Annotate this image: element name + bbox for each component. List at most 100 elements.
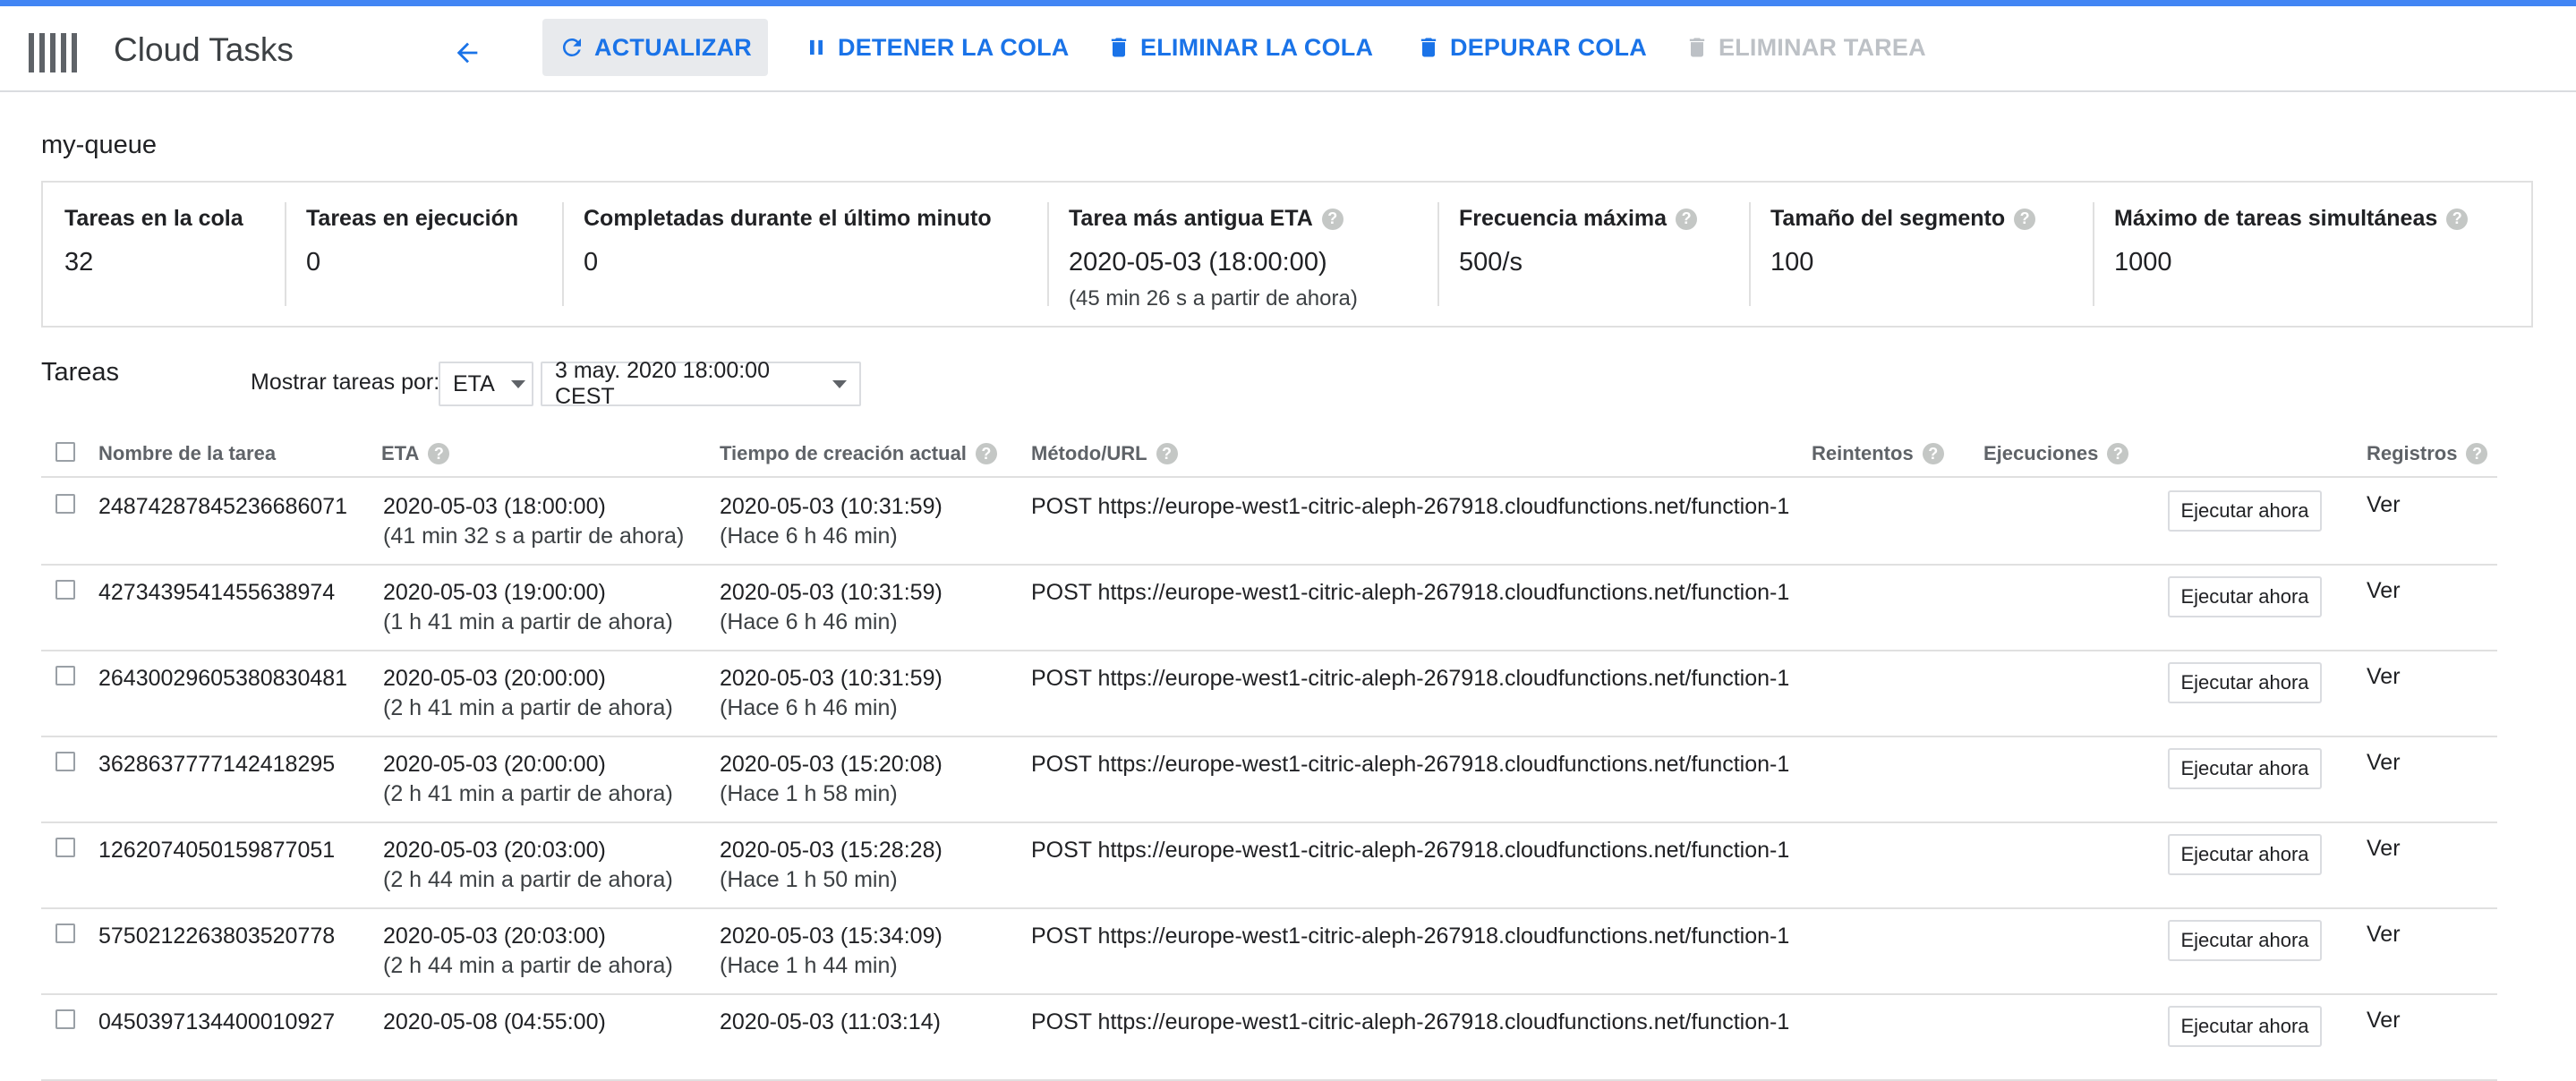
delete-queue-button[interactable]: ELIMINAR LA COLA [1090,19,1389,76]
task-eta-date: 2020-05-03 (20:00:00) [383,666,606,691]
view-logs-link[interactable]: Ver [2367,750,2401,776]
task-eta-relative: (41 min 32 s a partir de ahora) [383,523,685,549]
app-title: Cloud Tasks [114,31,294,68]
queue-name: my-queue [41,131,157,159]
row-checkbox[interactable] [55,924,75,943]
view-logs-link[interactable]: Ver [2367,664,2401,690]
caret-down-icon [832,379,847,388]
filter-value-select[interactable]: 3 may. 2020 18:00:00 CEST [541,358,861,409]
delete-queue-label: ELIMINAR LA COLA [1140,33,1374,61]
stat-completed-last-minute: Completadas durante el último minuto 0 [562,183,992,329]
task-created-relative: (Hace 6 h 46 min) [720,609,898,634]
column-header-executions: Ejecuciones? [1983,442,2129,465]
help-icon[interactable]: ? [1922,443,1944,464]
table-row: 1262074050159877051 2020-05-03 (20:03:00)… [41,823,2497,909]
refresh-button[interactable]: ACTUALIZAR [542,19,768,76]
top-accent-bar [0,0,2576,6]
task-name[interactable]: 0450397134400010927 [98,1008,335,1037]
task-created: 2020-05-03 (10:31:59) (Hace 6 h 46 min) [720,492,943,551]
column-header-name: Nombre de la tarea [98,442,277,464]
task-method-url: POST https://europe-west1-citric-aleph-2… [1031,494,1790,519]
row-checkbox[interactable] [55,752,75,771]
stat-label: Tareas en ejecución [306,206,519,231]
pause-queue-label: DETENER LA COLA [838,33,1070,61]
table-row: 3628637777142418295 2020-05-03 (20:00:00)… [41,737,2497,823]
task-eta-relative: (2 h 44 min a partir de ahora) [383,953,673,978]
pause-icon [810,39,823,55]
task-eta-relative: (1 h 41 min a partir de ahora) [383,609,673,634]
purge-queue-label: DEPURAR COLA [1450,33,1647,61]
purge-queue-button[interactable]: DEPURAR COLA [1400,19,1663,76]
view-logs-link[interactable]: Ver [2367,578,2401,604]
column-header-method-url: Método/URL? [1031,442,1178,465]
view-logs-link[interactable]: Ver [2367,922,2401,948]
task-name[interactable]: 26430029605380830481 [98,664,347,694]
task-created-relative: (Hace 1 h 44 min) [720,953,898,978]
trash-icon [1689,38,1705,57]
tasks-section-title: Tareas [41,358,120,387]
run-now-button[interactable]: Ejecutar ahora [2168,662,2322,703]
stat-tasks-in-queue: Tareas en la cola 32 [43,183,243,329]
task-created-date: 2020-05-03 (10:31:59) [720,580,943,605]
run-now-button[interactable]: Ejecutar ahora [2168,490,2322,532]
help-icon[interactable]: ? [975,443,997,464]
row-checkbox[interactable] [55,580,75,600]
stat-label: Tarea más antigua ETA [1069,206,1313,231]
task-method-url: POST https://europe-west1-citric-aleph-2… [1031,752,1790,777]
help-icon[interactable]: ? [2014,208,2036,230]
help-icon[interactable]: ? [2466,443,2488,464]
row-checkbox[interactable] [55,494,75,514]
task-created-date: 2020-05-03 (10:31:59) [720,666,943,691]
task-eta-date: 2020-05-03 (20:03:00) [383,924,606,949]
delete-task-button[interactable]: ELIMINAR TAREA [1668,19,1942,76]
filter-field-select[interactable]: ETA [439,362,533,406]
pause-queue-button[interactable]: DETENER LA COLA [788,19,1086,76]
task-method-url: POST https://europe-west1-citric-aleph-2… [1031,580,1790,605]
arrow-back-icon [456,42,478,64]
view-logs-link[interactable]: Ver [2367,492,2401,518]
task-created-relative: (Hace 6 h 46 min) [720,523,898,549]
view-logs-link[interactable]: Ver [2367,836,2401,862]
task-eta-date: 2020-05-03 (20:00:00) [383,752,606,777]
app-header: Cloud Tasks ACTUALIZAR DETENER LA COLA E… [0,6,2576,92]
stat-value: 1000 [2114,248,2172,277]
help-icon[interactable]: ? [428,443,450,464]
task-method-url: POST https://europe-west1-citric-aleph-2… [1031,838,1790,863]
task-eta: 2020-05-03 (19:00:00) (1 h 41 min a parti… [383,578,673,637]
task-method-url: POST https://europe-west1-citric-aleph-2… [1031,666,1790,691]
help-icon[interactable]: ? [1156,443,1178,464]
view-logs-link[interactable]: Ver [2367,1008,2401,1034]
task-eta-date: 2020-05-03 (19:00:00) [383,580,606,605]
task-name[interactable]: 5750212263803520778 [98,922,335,951]
task-created-date: 2020-05-03 (15:20:08) [720,752,943,777]
back-button[interactable] [444,30,490,76]
table-row: 4273439541455638974 2020-05-03 (19:00:00)… [41,566,2497,651]
filter-date-value: 3 may. 2020 18:00:00 CEST [555,358,770,409]
row-checkbox[interactable] [55,838,75,857]
help-icon[interactable]: ? [1321,208,1343,230]
stat-label: Completadas durante el último minuto [584,206,992,231]
filter-label: Mostrar tareas por: [251,370,440,395]
trash-icon [1420,38,1437,57]
task-name[interactable]: 1262074050159877051 [98,836,335,865]
run-now-button[interactable]: Ejecutar ahora [2168,920,2322,961]
stat-value: 500/s [1459,248,1523,277]
stat-value: 0 [306,248,321,277]
row-checkbox[interactable] [55,666,75,685]
run-now-button[interactable]: Ejecutar ahora [2168,576,2322,617]
help-icon[interactable]: ? [2446,208,2469,230]
task-eta: 2020-05-03 (20:03:00) (2 h 44 min a parti… [383,836,673,895]
task-method-url: POST https://europe-west1-citric-aleph-2… [1031,1009,1790,1034]
task-name[interactable]: 3628637777142418295 [98,750,335,779]
run-now-button[interactable]: Ejecutar ahora [2168,748,2322,789]
row-checkbox[interactable] [55,1009,75,1029]
task-name[interactable]: 4273439541455638974 [98,578,335,608]
task-name[interactable]: 24874287845236686071 [98,492,347,522]
help-icon[interactable]: ? [2107,443,2129,464]
select-all-checkbox[interactable] [55,442,75,462]
run-now-button[interactable]: Ejecutar ahora [2168,834,2322,875]
help-icon[interactable]: ? [1676,208,1698,230]
run-now-button[interactable]: Ejecutar ahora [2168,1006,2322,1047]
task-created: 2020-05-03 (11:03:14) [720,1008,941,1037]
stat-label: Frecuencia máxima [1459,206,1668,231]
